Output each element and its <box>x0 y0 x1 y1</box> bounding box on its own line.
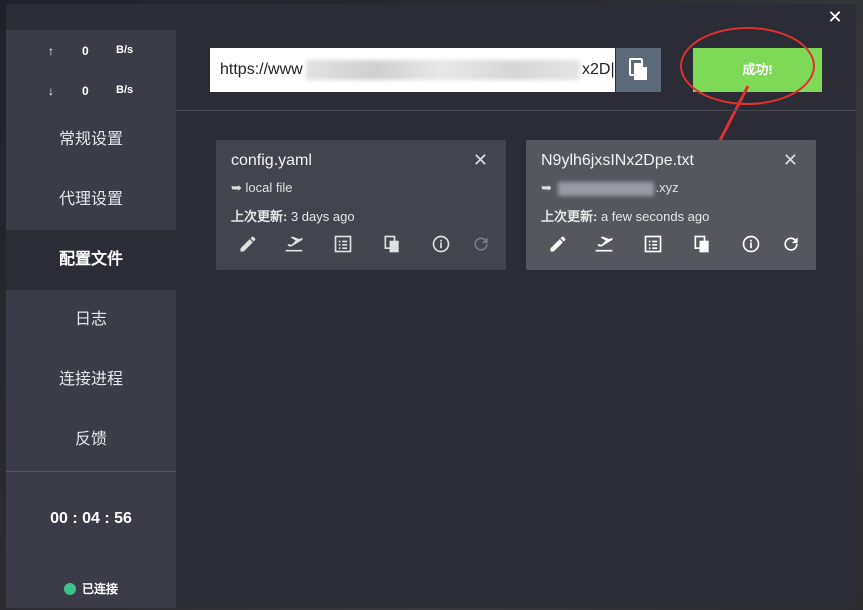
sidebar-item-profiles[interactable]: 配置文件 <box>6 230 176 290</box>
profile-source: ➥ .xyz <box>541 180 679 196</box>
copy-icon[interactable] <box>690 232 714 256</box>
window-close-button[interactable]: ✕ <box>826 8 844 26</box>
status-label: 已连接 <box>81 582 118 596</box>
refresh-icon <box>469 232 493 256</box>
profile-updated: 上次更新: 3 days ago <box>231 206 355 225</box>
edit-icon[interactable] <box>546 232 570 256</box>
download-value: 0 <box>82 84 89 98</box>
upload-value: 0 <box>82 44 89 58</box>
profile-url-input[interactable]: https://www x2D| <box>210 48 615 92</box>
update-icon[interactable] <box>592 232 616 256</box>
update-icon[interactable] <box>282 232 306 256</box>
profile-card[interactable]: N9ylh6jxsINx2Dpe.txt ✕ ➥ .xyz 上次更新: a fe… <box>526 140 816 270</box>
refresh-icon[interactable] <box>779 232 803 256</box>
copy-icon[interactable] <box>380 232 404 256</box>
download-speed: ↓ 0 B/s <box>6 84 176 104</box>
info-icon[interactable] <box>429 232 453 256</box>
traffic-monitor: ↑ 0 B/s ↓ 0 B/s <box>6 30 176 110</box>
log-icon[interactable] <box>641 232 665 256</box>
download-arrow-icon: ↓ <box>48 84 54 98</box>
download-success-button[interactable]: 成功! <box>693 48 822 92</box>
sidebar-item-connections[interactable]: 连接进程 <box>6 350 176 410</box>
header-separator <box>176 110 856 111</box>
main-panel: https://www x2D| 成功! config.yaml ✕ ➥ loc… <box>176 27 856 608</box>
source-arrow-icon: ➥ <box>231 180 242 195</box>
profile-actions <box>226 232 496 256</box>
sidebar-item-feedback[interactable]: 反馈 <box>6 410 176 470</box>
delete-profile-button[interactable]: ✕ <box>783 150 798 171</box>
source-text: .xyz <box>655 180 679 195</box>
url-input-value-end: x2D| <box>582 61 615 78</box>
updated-value: a few seconds ago <box>600 209 710 224</box>
log-icon[interactable] <box>331 232 355 256</box>
profile-actions <box>536 232 806 256</box>
sidebar-item-proxy[interactable]: 代理设置 <box>6 170 176 230</box>
status-dot-icon <box>63 582 76 595</box>
download-unit: B/s <box>116 84 134 96</box>
profile-name: config.yaml <box>231 152 312 169</box>
paste-button[interactable] <box>616 48 661 92</box>
sidebar: ↑ 0 B/s ↓ 0 B/s 常规设置 代理设置 配置文件 日志 连接进程 反… <box>6 30 176 608</box>
upload-speed: ↑ 0 B/s <box>6 44 176 64</box>
updated-value: 3 days ago <box>290 209 355 224</box>
url-input-value: https://www <box>220 61 303 78</box>
source-redaction <box>557 181 654 196</box>
connection-timer: 00 : 04 : 56 <box>50 510 132 527</box>
source-arrow-icon: ➥ <box>541 180 552 195</box>
sidebar-divider <box>6 471 176 472</box>
upload-unit: B/s <box>116 44 134 56</box>
updated-label: 上次更新: <box>541 209 598 224</box>
edit-icon[interactable] <box>236 232 260 256</box>
source-text: local file <box>245 180 293 195</box>
paste-icon <box>629 58 647 80</box>
delete-profile-button[interactable]: ✕ <box>473 150 488 171</box>
profile-source: ➥ local file <box>231 180 293 196</box>
title-bar: ✕ <box>6 4 856 30</box>
info-icon[interactable] <box>739 232 763 256</box>
profile-card[interactable]: config.yaml ✕ ➥ local file 上次更新: 3 days … <box>216 140 506 270</box>
profile-name: N9ylh6jxsINx2Dpe.txt <box>541 152 694 169</box>
sidebar-nav: 常规设置 代理设置 配置文件 日志 连接进程 反馈 <box>6 110 176 470</box>
connection-status: 已连接 <box>6 580 176 597</box>
sidebar-item-general[interactable]: 常规设置 <box>6 110 176 170</box>
url-redaction <box>306 60 580 80</box>
app-window: ✕ ↑ 0 B/s ↓ 0 B/s 常规设置 代理设置 配置文件 日志 连接进程… <box>6 4 856 608</box>
sidebar-item-logs[interactable]: 日志 <box>6 290 176 350</box>
profile-updated: 上次更新: a few seconds ago <box>541 206 709 225</box>
upload-arrow-icon: ↑ <box>48 44 54 58</box>
updated-label: 上次更新: <box>231 209 288 224</box>
